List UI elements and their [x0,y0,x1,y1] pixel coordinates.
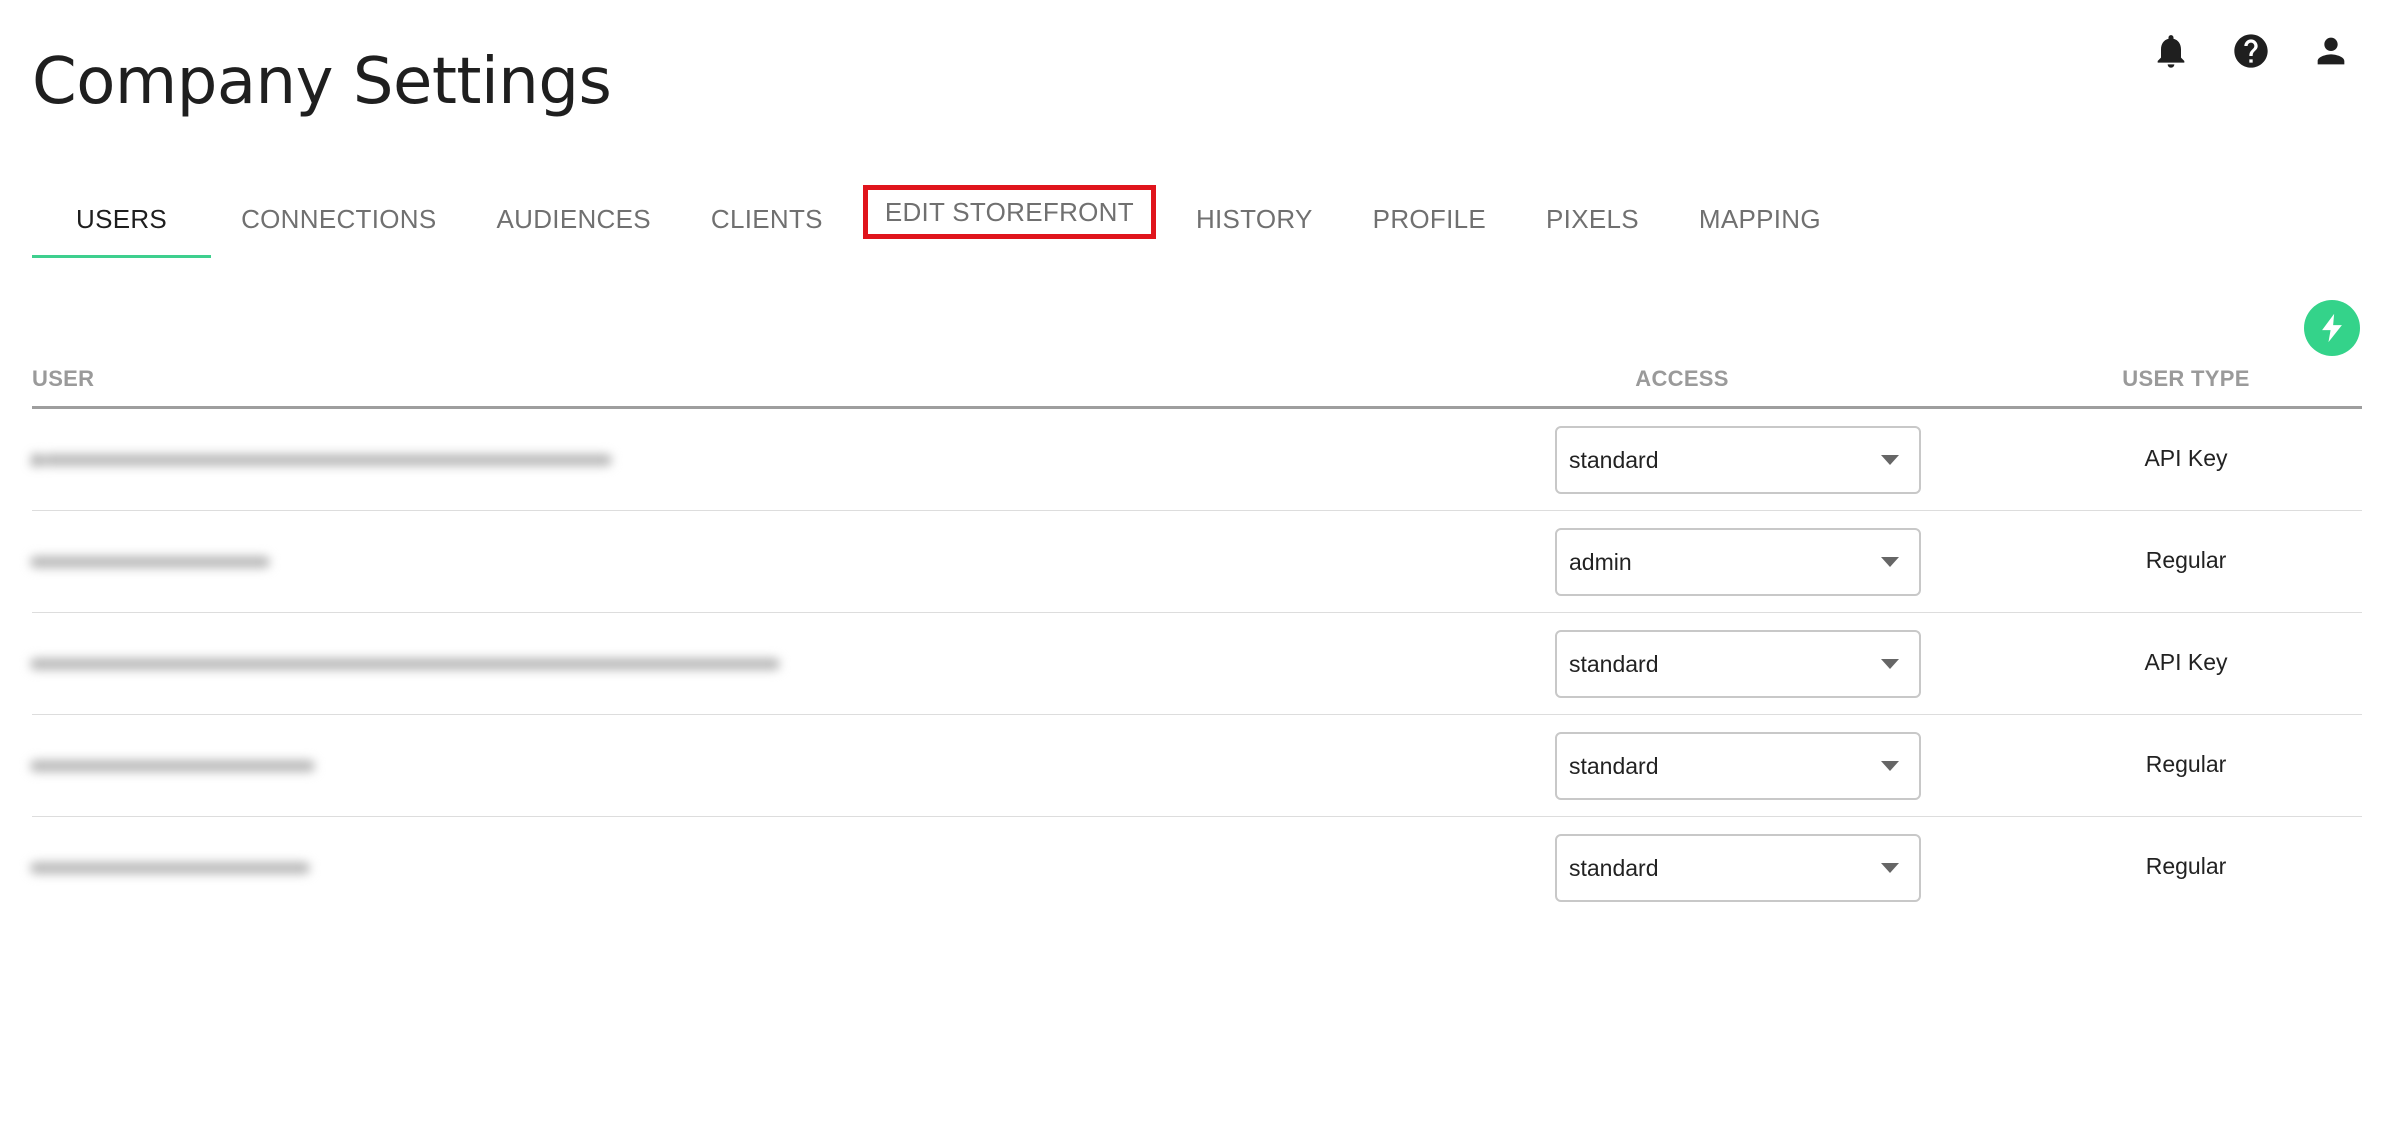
settings-tabs: USERS CONNECTIONS AUDIENCES CLIENTS EDIT… [32,180,1851,258]
access-select-value: standard [1569,650,1659,677]
access-select[interactable]: standard [1555,630,1921,698]
tab-edit-storefront[interactable]: EDIT STOREFRONT [862,185,1156,239]
help-icon [2234,34,2268,68]
access-select-value: admin [1569,548,1632,575]
header-icons [2116,26,2356,76]
notifications-button[interactable] [2146,26,2196,76]
help-button[interactable] [2226,26,2276,76]
access-select-value: standard [1569,752,1659,779]
column-header-access: ACCESS [1635,366,1729,391]
caret-down-icon [1881,761,1899,771]
bell-icon [2157,35,2185,68]
tab-mapping[interactable]: MAPPING [1669,180,1851,258]
user-email: a [30,445,613,473]
caret-down-icon [1881,863,1899,873]
access-select[interactable]: admin [1555,528,1921,596]
access-select[interactable]: standard [1555,834,1921,902]
user-email [30,649,780,677]
quick-action-button[interactable] [2304,300,2360,356]
tab-connections[interactable]: CONNECTIONS [211,180,466,258]
access-select[interactable]: standard [1555,732,1921,800]
caret-down-icon [1881,557,1899,567]
account-icon [2317,37,2345,65]
user-email [30,547,270,575]
table-row: standard Regular [30,817,2362,918]
user-type: Regular [2145,547,2227,573]
column-header-user-type: USER TYPE [2122,366,2250,391]
user-email [30,751,315,779]
user-type: Regular [2145,751,2227,777]
tab-history[interactable]: HISTORY [1166,180,1343,258]
caret-down-icon [1881,455,1899,465]
tab-users[interactable]: USERS [32,180,212,258]
table-header: USER ACCESS USER TYPE [32,358,2362,409]
tab-audiences[interactable]: AUDIENCES [467,180,681,258]
user-type: Regular [2145,853,2227,879]
tab-profile[interactable]: PROFILE [1343,180,1516,258]
access-select-value: standard [1569,854,1659,881]
table-row: admin Regular [30,511,2362,613]
tab-pixels[interactable]: PIXELS [1516,180,1669,258]
table-row: standard Regular [30,715,2362,817]
table-row: standard API Key [30,613,2362,715]
table-row: a standard API Key [30,409,2362,511]
account-button[interactable] [2306,26,2356,76]
user-type: API Key [2144,649,2228,675]
tab-clients[interactable]: CLIENTS [681,180,853,258]
user-email [30,853,310,881]
user-type: API Key [2144,445,2228,471]
caret-down-icon [1881,659,1899,669]
page-title: Company Settings [32,45,612,119]
column-header-user: USER [32,366,95,391]
access-select[interactable]: standard [1555,426,1921,494]
users-table: USER ACCESS USER TYPE a standard API Key… [30,358,2362,918]
access-select-value: standard [1569,446,1659,473]
lightning-icon [2322,313,2342,343]
